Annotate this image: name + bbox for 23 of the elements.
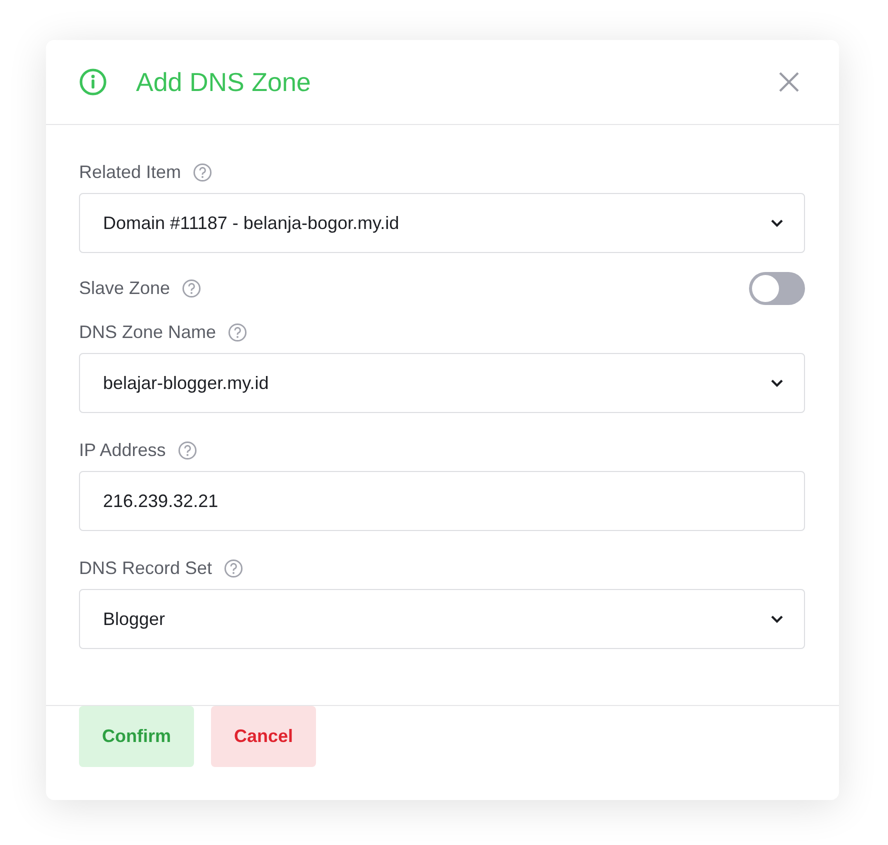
field-label: DNS Zone Name bbox=[79, 322, 216, 343]
info-icon bbox=[79, 68, 107, 96]
input-field[interactable]: 216.239.32.21 bbox=[79, 471, 805, 531]
field-label: Related Item bbox=[79, 162, 182, 183]
help-icon bbox=[228, 323, 248, 342]
help-icon bbox=[193, 163, 212, 182]
chevron-down-icon bbox=[770, 378, 784, 388]
toggle-switch[interactable] bbox=[749, 272, 805, 305]
close-button[interactable] bbox=[777, 70, 801, 94]
help-icon bbox=[224, 559, 244, 578]
cancel-button[interactable]: Cancel bbox=[211, 706, 316, 767]
dialog-title: Add DNS Zone bbox=[136, 66, 312, 98]
help-icon bbox=[182, 279, 202, 298]
chevron-down-icon bbox=[770, 614, 784, 624]
dropdown[interactable]: Domain #11187 - belanja-bogor.my.id bbox=[79, 193, 805, 253]
help-icon bbox=[178, 441, 197, 460]
field-label: DNS Record Set bbox=[79, 558, 212, 579]
field-label: Slave Zone bbox=[79, 278, 170, 299]
dropdown[interactable]: belajar-blogger.my.id bbox=[79, 353, 805, 413]
dropdown[interactable]: Blogger bbox=[79, 589, 805, 649]
chevron-down-icon bbox=[770, 218, 784, 228]
close-icon bbox=[777, 70, 801, 94]
field-label: IP Address bbox=[79, 440, 166, 461]
